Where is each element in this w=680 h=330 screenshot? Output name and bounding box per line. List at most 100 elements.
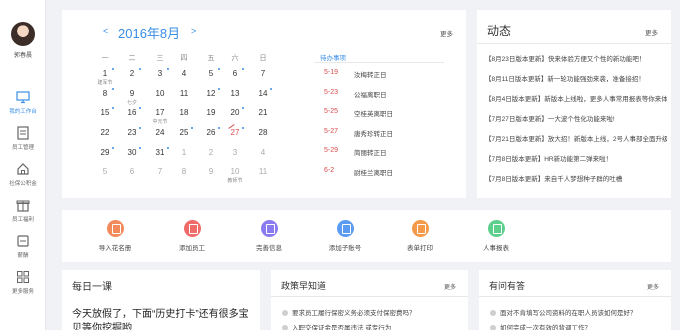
qa-item[interactable]: 面对不肯填写公司资料的在职人员该如何是好？ — [490, 307, 637, 317]
import-icon — [106, 220, 124, 237]
calendar-day[interactable]: 9 七夕 — [122, 89, 142, 106]
calendar-day[interactable]: 28 — [253, 128, 273, 137]
news-item[interactable]: 【7月27日版本更新】一大波个性化功能来啦! — [485, 113, 667, 123]
day-number: 13 — [230, 89, 240, 98]
calendar-day[interactable]: 2 — [201, 148, 221, 157]
calendar-day[interactable]: 31 — [150, 147, 170, 157]
calendar-day[interactable]: 26 — [201, 127, 221, 137]
todo-item[interactable]: 简丽转正日 — [354, 147, 387, 157]
event-dot-icon — [191, 127, 193, 129]
day-number: 11 — [258, 167, 268, 176]
calendar-day[interactable]: 25 — [174, 127, 194, 137]
sidebar-item-more[interactable]: 更多服务 — [0, 266, 46, 300]
calendar-day[interactable]: 22 — [95, 128, 115, 137]
calendar-day[interactable]: 2 — [122, 68, 142, 78]
qa-more-link[interactable]: 更多 — [647, 282, 659, 291]
calendar-day[interactable]: 19 — [201, 108, 221, 117]
quick-action-button[interactable]: 人事报表 — [465, 220, 527, 252]
calendar-day[interactable]: 18 — [174, 108, 194, 117]
quick-action-label: 完善信息 — [256, 245, 282, 252]
todo-item[interactable]: 唐秀珍转正日 — [354, 128, 393, 138]
calendar-day[interactable]: 21 — [253, 108, 273, 117]
quick-action-label: 导入花名册 — [98, 245, 132, 252]
calendar-day[interactable]: 9 — [201, 167, 221, 176]
calendar-day[interactable]: 5 — [95, 167, 115, 176]
todo-item[interactable]: 公福离职日 — [354, 89, 387, 99]
calendar-day[interactable]: 29 — [95, 147, 115, 157]
calendar-day[interactable]: 23 — [122, 127, 142, 137]
prev-month-button[interactable]: < — [103, 26, 108, 36]
event-dot-icon — [112, 88, 114, 90]
todo-item[interactable]: 尉桂兰离职日 — [354, 167, 393, 177]
calendar-day[interactable]: 1 — [174, 148, 194, 157]
calendar-day[interactable]: 8 — [174, 167, 194, 176]
news-item[interactable]: 【7月8日版本更新】来自千人梦想种子群的吐槽 — [485, 173, 667, 183]
day-number: 4 — [181, 69, 187, 78]
quick-action-button[interactable]: 表单打印 — [389, 220, 451, 252]
calendar-day[interactable]: 6 — [122, 167, 142, 176]
calendar-day[interactable]: 30 — [122, 147, 142, 157]
news-item[interactable]: 【8月11日版本更新】新一轮功能强劲来袭，准备接招！ — [485, 73, 667, 83]
sidebar-item-social-security[interactable]: 社保公积金 — [0, 158, 46, 192]
sidebar-item-payroll[interactable]: 薪酬 — [0, 230, 46, 264]
lesson-text[interactable]: 今天放假了，下面“历史打卡”还有很多宝贝等你挖掘哟 — [72, 308, 252, 330]
news-item[interactable]: 【8月23日版本更新】快来体验方便又个性的新功能吧！ — [485, 53, 667, 63]
event-dot-icon — [218, 68, 220, 70]
calendar-day[interactable]: 4 — [253, 148, 273, 157]
calendar-day[interactable]: 7 — [150, 167, 170, 176]
calendar-day[interactable]: 24 — [150, 128, 170, 137]
event-dot-icon — [167, 68, 169, 70]
policy-item[interactable]: 要求员工履行保密义务必须支付保密费吗？ — [282, 307, 416, 317]
calendar-day-today[interactable]: 27 — [225, 127, 245, 137]
calendar-day[interactable]: 3 — [150, 68, 170, 78]
day-number: 2 — [129, 69, 135, 78]
event-dot-icon — [139, 147, 141, 149]
policy-item[interactable]: 入职交保证金是否属违法 或专行为 — [282, 322, 391, 330]
calendar-day[interactable]: 7 — [253, 69, 273, 78]
calendar-day[interactable]: 17 中元节 — [150, 108, 170, 125]
avatar[interactable] — [11, 22, 35, 46]
quick-action-label: 人事报表 — [483, 245, 509, 252]
sidebar-item-workbench[interactable]: 我的工作台 — [0, 86, 46, 120]
calendar-day[interactable]: 6 — [225, 68, 245, 78]
quick-action-button[interactable]: 导入花名册 — [84, 220, 146, 252]
news-item[interactable]: 【7月8日版本更新】HR新功能第二弹来啦！ — [485, 153, 667, 163]
policy-more-link[interactable]: 更多 — [444, 282, 456, 291]
day-number: 16 — [127, 108, 137, 117]
holiday-label: 教师节 — [227, 178, 243, 184]
qa-item[interactable]: 如何完成一次有效的背调工作？ — [490, 322, 591, 330]
next-month-button[interactable]: > — [191, 26, 196, 36]
grid-icon — [17, 271, 29, 283]
calendar-month-title: 2016年8月 — [118, 26, 181, 41]
news-item[interactable]: 【8月4日版本更新】新版本上线啦，更多人事常用报表等你来体验 — [485, 93, 667, 103]
calendar-more-link[interactable]: 更多 — [440, 28, 453, 38]
calendar-day[interactable]: 14 — [253, 88, 273, 98]
news-more-link[interactable]: 更多 — [645, 27, 658, 37]
day-number: 15 — [100, 108, 110, 117]
calendar-day[interactable]: 4 — [174, 69, 194, 78]
calendar-day[interactable]: 10 — [150, 89, 170, 98]
calendar-day[interactable]: 13 — [225, 89, 245, 98]
calendar-day[interactable]: 8 — [95, 88, 115, 98]
news-item[interactable]: 【7月21日版本更新】放大招！新版本上线，2号人事部全面升级 — [485, 133, 667, 143]
calendar-day[interactable]: 11 — [253, 167, 273, 176]
calendar-day[interactable]: 1 建军节 — [95, 68, 115, 86]
weekday-header: 四 — [180, 55, 188, 62]
calendar-day[interactable]: 11 — [174, 89, 194, 98]
calendar-day[interactable]: 10 教师节 — [225, 167, 245, 184]
calendar-day[interactable]: 16 — [122, 107, 142, 117]
quick-action-button[interactable]: 添加子账号 — [314, 220, 376, 252]
add-user-icon — [183, 220, 201, 237]
calendar-day[interactable]: 5 — [201, 68, 221, 78]
quick-action-button[interactable]: 完善信息 — [238, 220, 300, 252]
calendar-day[interactable]: 12 — [201, 88, 221, 98]
quick-action-button[interactable]: 添加员工 — [161, 220, 223, 252]
calendar-day[interactable]: 20 — [225, 107, 245, 117]
sidebar-item-employees[interactable]: 员工管理 — [0, 122, 46, 156]
calendar-day[interactable]: 15 — [95, 107, 115, 117]
todo-item[interactable]: 汝梅转正日 — [354, 69, 387, 79]
sidebar-item-benefits[interactable]: 员工福利 — [0, 194, 46, 228]
todo-item[interactable]: 空桂英离职日 — [354, 108, 393, 118]
calendar-day[interactable]: 3 — [225, 148, 245, 157]
news-title: 动态 — [487, 24, 512, 38]
